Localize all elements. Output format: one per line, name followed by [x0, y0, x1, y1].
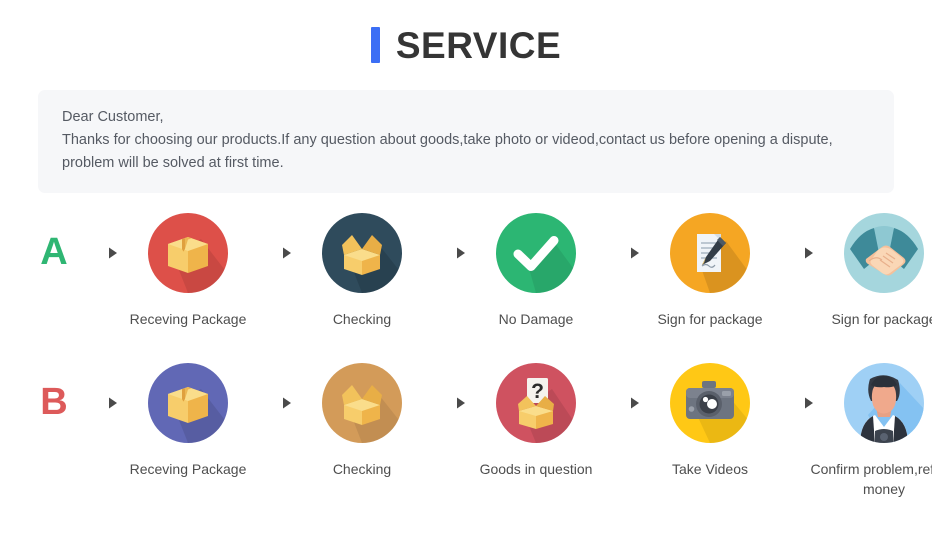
- camera-icon: [668, 361, 752, 445]
- flow-step: Sign for package: [820, 211, 932, 329]
- flow-step-label: No Damage: [498, 311, 574, 327]
- flow-step-label: Confirm problem,refund money: [810, 461, 932, 497]
- flow-step-label: Goods in question: [479, 461, 593, 477]
- flow-step: Checking: [298, 361, 426, 479]
- closed-box-icon: [146, 211, 230, 295]
- title-accent-bar: [370, 27, 380, 63]
- arrow-icon: [252, 361, 298, 445]
- page-header: SERVICE: [0, 0, 932, 90]
- flow-row-a: A Receving Package Checking No Damage Si…: [30, 211, 932, 329]
- flow-step: Sign for package: [646, 211, 774, 329]
- flow-step-label: Sign for package: [831, 311, 932, 327]
- arrow-icon: [78, 211, 124, 295]
- arrow-icon: [426, 211, 472, 295]
- open-box-icon: [320, 211, 404, 295]
- notice-line-closing: problem will be solved at first time.: [62, 155, 284, 171]
- arrow-icon: [78, 361, 124, 445]
- arrow-icon: [774, 361, 820, 445]
- flow-step-label: Checking: [332, 311, 392, 327]
- flow-step: Checking: [298, 211, 426, 329]
- page-title: SERVICE: [395, 24, 562, 66]
- customer-notice-box: Dear Customer, Thanks for choosing our p…: [38, 90, 894, 193]
- flow-step: No Damage: [472, 211, 600, 329]
- document-pen-icon: [668, 211, 752, 295]
- flow-step-label: Sign for package: [657, 311, 763, 327]
- question-box-icon: ?: [494, 361, 578, 445]
- flow-step: Take Videos: [646, 361, 774, 479]
- flow-step-label: Checking: [332, 461, 392, 477]
- arrow-icon: [600, 211, 646, 295]
- flow-step: Receving Package: [124, 211, 252, 329]
- arrow-icon: [426, 361, 472, 445]
- notice-line-greeting: Dear Customer,: [62, 109, 164, 125]
- closed-box-icon: [146, 361, 230, 445]
- flow-label-b: B: [40, 381, 68, 423]
- flow-label-a: A: [40, 231, 68, 273]
- check-mark-icon: [494, 211, 578, 295]
- flow-step-label: Take Videos: [671, 461, 748, 477]
- arrow-icon: [600, 361, 646, 445]
- flow-row-b: B Receving Package Checking ? Goods in q…: [30, 361, 932, 499]
- process-flows: A Receving Package Checking No Damage Si…: [0, 193, 932, 499]
- flow-step: Confirm problem,refund money: [810, 361, 932, 499]
- flow-step: Receving Package: [124, 361, 252, 479]
- person-icon: [842, 361, 926, 445]
- flow-step-label: Receving Package: [129, 311, 247, 327]
- handshake-icon: [842, 211, 926, 295]
- arrow-icon: [252, 211, 298, 295]
- arrow-icon: [774, 211, 820, 295]
- open-box-icon: [320, 361, 404, 445]
- notice-line-body: Thanks for choosing our products.If any …: [62, 132, 833, 148]
- flow-step: ? Goods in question: [472, 361, 600, 479]
- flow-step-label: Receving Package: [129, 461, 247, 477]
